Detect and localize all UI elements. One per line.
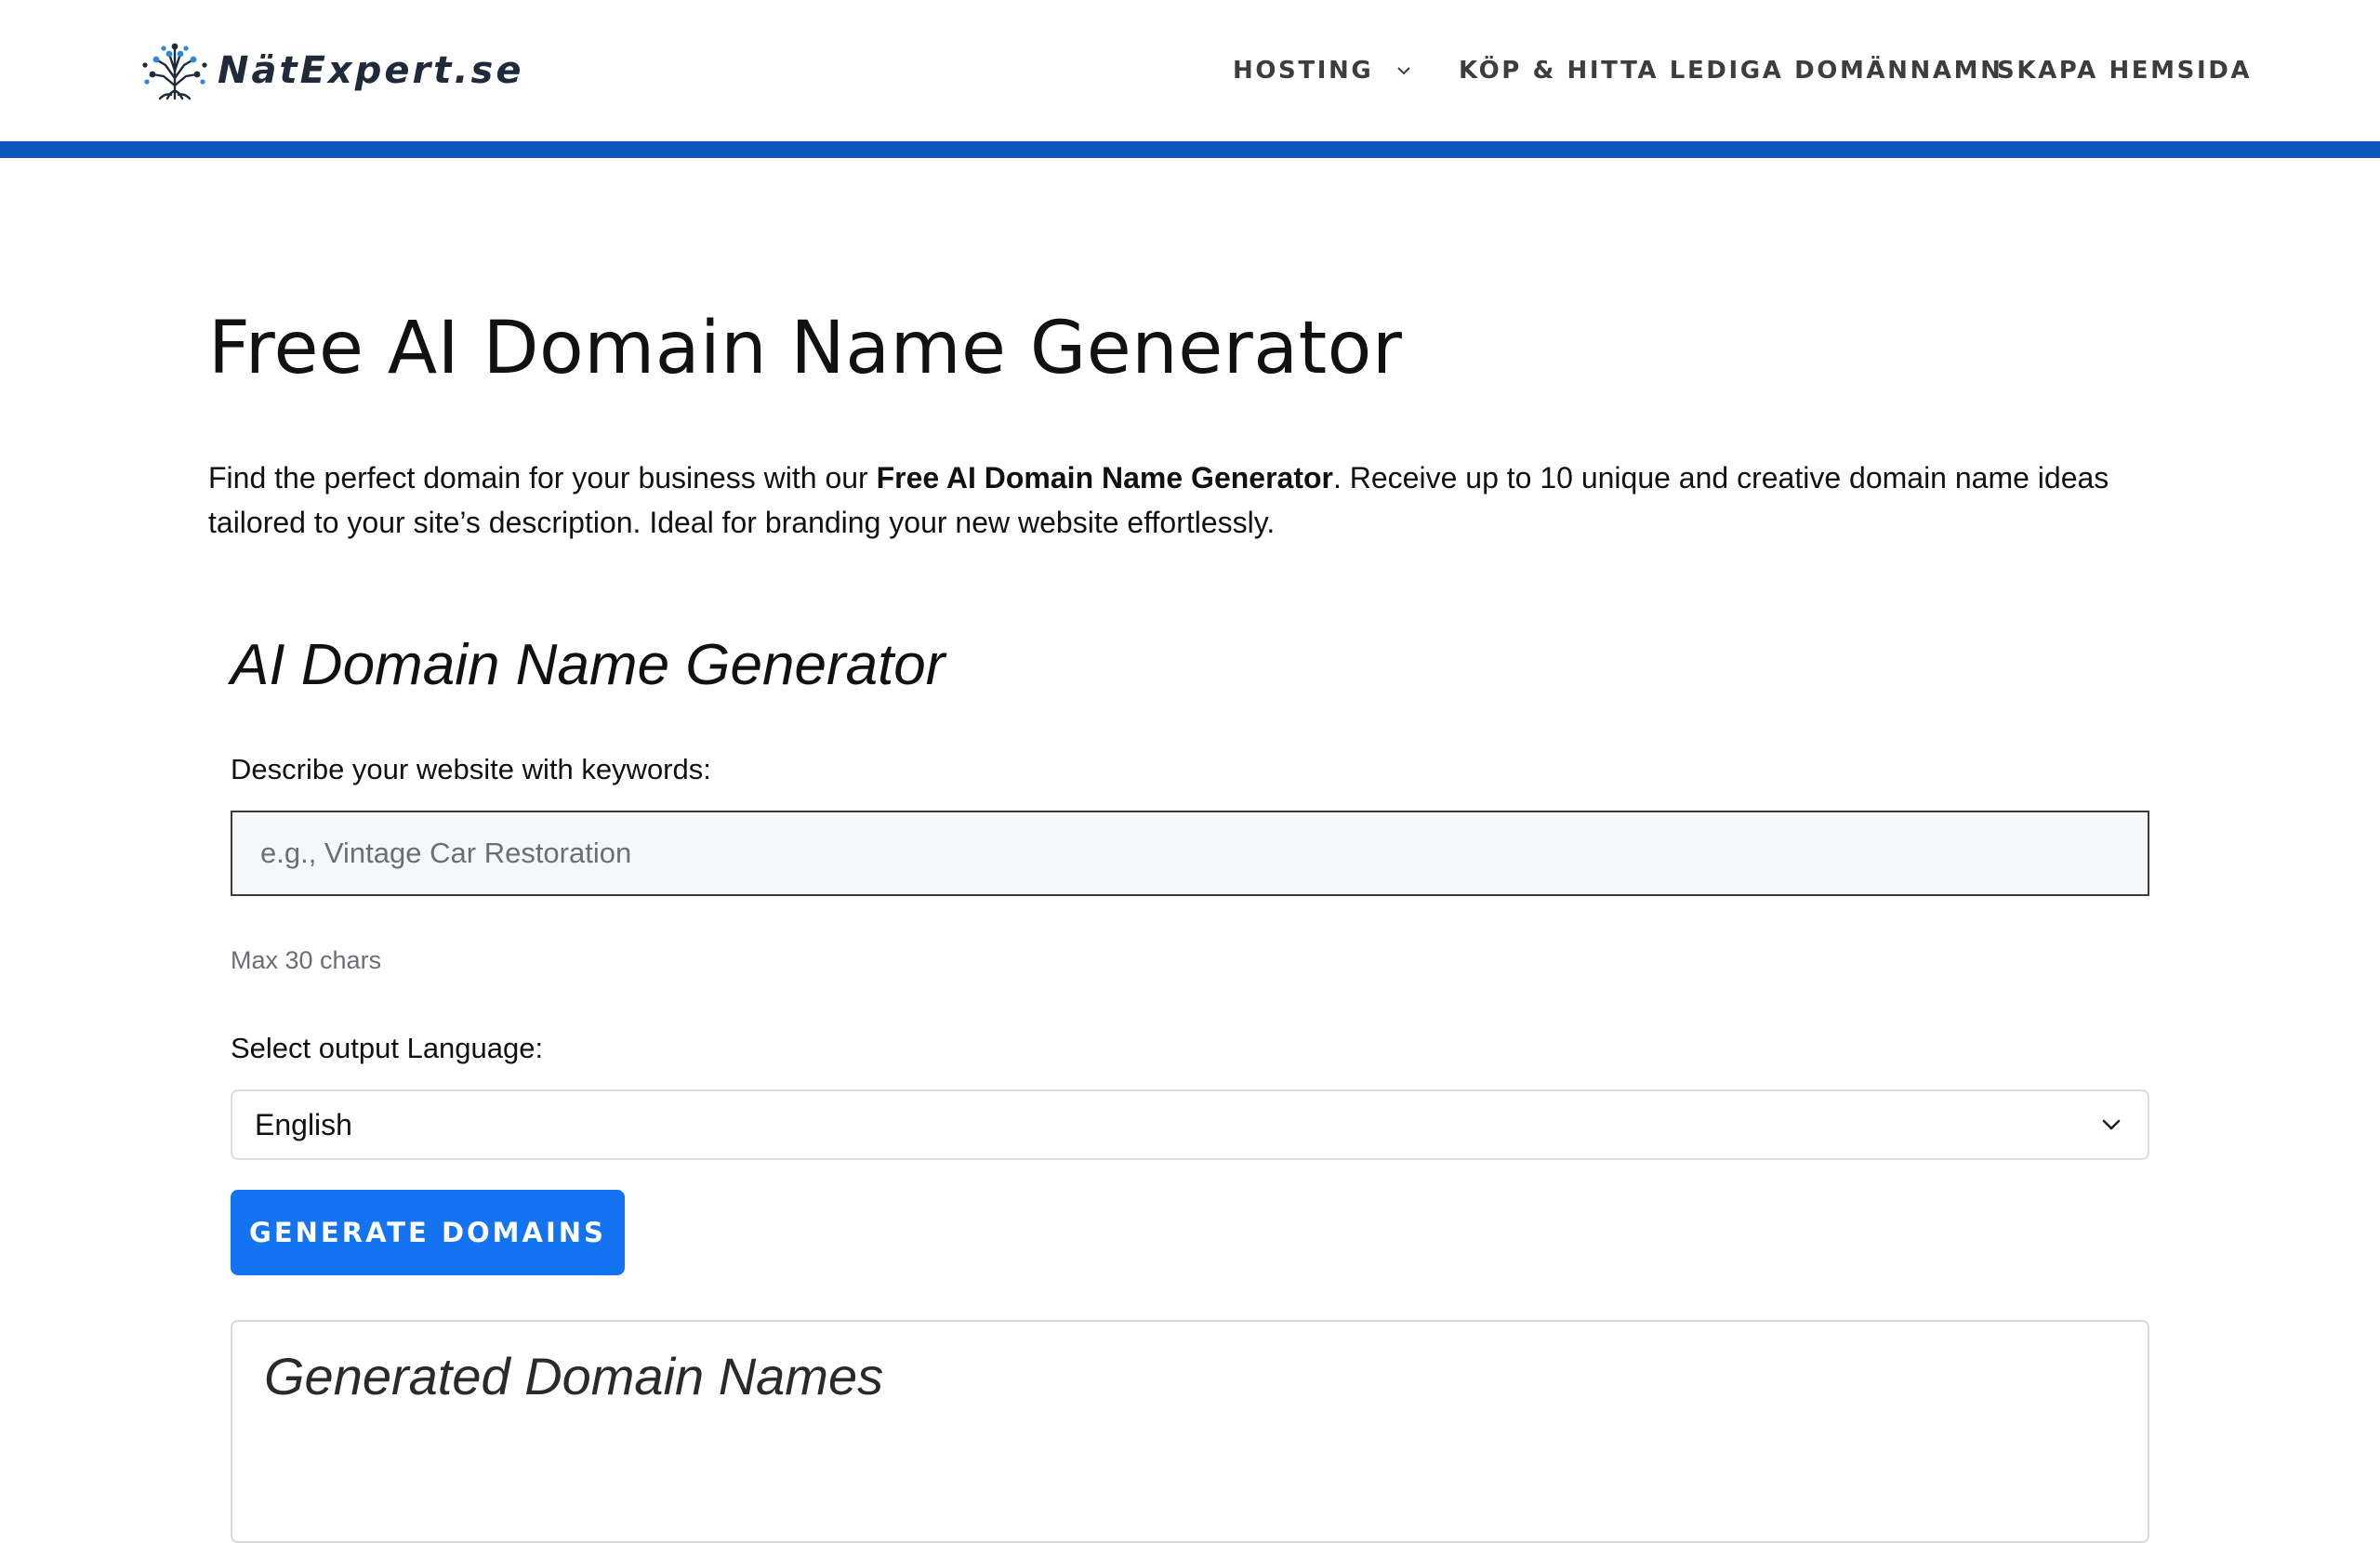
results-card: Generated Domain Names bbox=[231, 1320, 2149, 1543]
chevron-down-icon bbox=[1397, 67, 1411, 75]
chevron-down-icon bbox=[2102, 1119, 2121, 1130]
language-selected-value: English bbox=[255, 1107, 352, 1141]
keywords-label: Describe your website with keywords: bbox=[231, 753, 711, 785]
language-label: Select output Language: bbox=[231, 1032, 544, 1064]
results-title: Generated Domain Names bbox=[264, 1347, 884, 1405]
header-accent-bar bbox=[0, 141, 2380, 158]
site-header: NätExpert.se HOSTING KÖP & HITTA LEDIGA … bbox=[0, 0, 2380, 141]
tree-circuit-logo-icon bbox=[142, 43, 207, 100]
generate-domains-button[interactable]: Generate Domains bbox=[231, 1190, 625, 1275]
intro-paragraph: Find the perfect domain for your busines… bbox=[208, 455, 2179, 545]
nav-item-hosting[interactable]: HOSTING bbox=[1233, 57, 1414, 85]
nav-item-create-website[interactable]: SKAPA HEMSIDA bbox=[1997, 57, 2252, 85]
keywords-input[interactable] bbox=[231, 811, 2149, 896]
nav-item-label: SKAPA HEMSIDA bbox=[1997, 57, 2253, 85]
keywords-hint: Max 30 chars bbox=[231, 946, 382, 974]
intro-text: Find the perfect domain for your busines… bbox=[208, 461, 877, 495]
nav-item-label: KÖP & HITTA LEDIGA DOMÄNNAMN bbox=[1459, 57, 2003, 85]
nav-item-label: HOSTING bbox=[1233, 57, 1374, 85]
language-select[interactable]: English bbox=[231, 1089, 2149, 1160]
page-title: Free AI Domain Name Generator bbox=[208, 307, 1403, 390]
intro-highlight: Free AI Domain Name Generator bbox=[876, 461, 1333, 495]
logo-text: NätExpert.se bbox=[218, 49, 524, 92]
nav-item-domains[interactable]: KÖP & HITTA LEDIGA DOMÄNNAMN bbox=[1459, 57, 2003, 85]
generator-title: AI Domain Name Generator bbox=[231, 633, 945, 697]
site-logo[interactable]: NätExpert.se bbox=[138, 39, 523, 102]
